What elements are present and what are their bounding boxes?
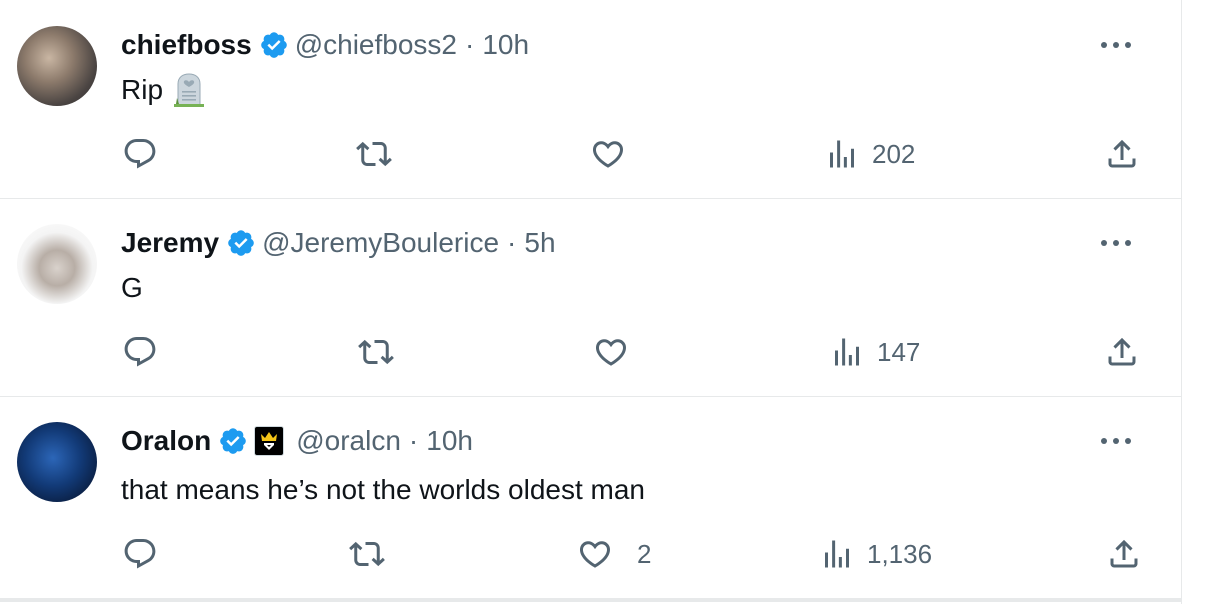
like-count: 2: [637, 538, 652, 569]
tweet-text: G: [121, 270, 143, 306]
share-icon: [1108, 139, 1136, 168]
like-button[interactable]: 2: [577, 536, 651, 572]
action-bar: 147: [0, 334, 1181, 370]
timestamp[interactable]: 5h: [524, 226, 555, 260]
retweet-icon: [349, 541, 385, 567]
share-icon: [1108, 337, 1136, 366]
retweet-icon: [358, 339, 394, 365]
retweet-button[interactable]: [349, 536, 385, 572]
handle[interactable]: @JeremyBoulerice: [262, 226, 499, 260]
display-name[interactable]: chiefboss: [121, 28, 252, 62]
reply-button[interactable]: [122, 536, 158, 572]
display-name[interactable]: Oralon: [121, 424, 211, 458]
reply-icon: [124, 539, 156, 569]
verified-badge-icon: [228, 230, 254, 256]
share-button[interactable]: [1106, 536, 1142, 572]
more-icon[interactable]: [1101, 234, 1131, 252]
more-icon[interactable]: [1101, 36, 1131, 54]
like-icon: [592, 141, 624, 168]
action-bar: 2 1,136: [0, 536, 1181, 572]
tweet-text-content: Rip: [121, 74, 164, 105]
views-icon: [835, 338, 859, 366]
verified-badge-icon: [260, 32, 287, 58]
tweet-text: that means he’s not the worlds oldest ma…: [121, 472, 645, 508]
handle[interactable]: @oralcn: [296, 424, 401, 458]
views-icon: [825, 540, 849, 568]
action-bar: 202: [0, 136, 1181, 172]
reply-feed: chiefboss @chiefboss2 · 10h Rip 202 Jere…: [0, 0, 1182, 604]
retweet-icon: [356, 141, 392, 167]
like-button[interactable]: [590, 136, 626, 172]
display-name[interactable]: Jeremy: [121, 226, 219, 260]
retweet-button[interactable]: [356, 136, 392, 172]
tweet-header: Oralon @oralcn · 10h: [121, 424, 473, 458]
tweet-text: Rip: [121, 72, 207, 108]
views-button[interactable]: 1,136: [819, 536, 932, 572]
share-icon: [1110, 539, 1138, 568]
tweet-header: Jeremy @JeremyBoulerice · 5h: [121, 226, 556, 260]
reply-icon: [124, 139, 156, 169]
view-count: 1,136: [867, 538, 933, 569]
share-button[interactable]: [1104, 136, 1140, 172]
separator: ·: [465, 29, 475, 60]
tweet[interactable]: Jeremy @JeremyBoulerice · 5h G 147: [0, 198, 1181, 397]
like-icon: [595, 339, 627, 366]
avatar[interactable]: [17, 224, 97, 304]
reply-button[interactable]: [122, 334, 158, 370]
view-count: 202: [872, 138, 916, 169]
tweet[interactable]: chiefboss @chiefboss2 · 10h Rip 202: [0, 0, 1181, 199]
crown-badge-icon[interactable]: [254, 426, 285, 456]
views-icon: [830, 140, 854, 168]
timestamp[interactable]: 10h: [482, 28, 529, 62]
views-button[interactable]: 147: [829, 334, 920, 370]
separator: ·: [507, 227, 517, 258]
tweet-text-content: that means he’s not the worlds oldest ma…: [121, 474, 646, 505]
share-button[interactable]: [1104, 334, 1140, 370]
avatar[interactable]: [17, 26, 97, 106]
headstone-emoji-icon: [174, 73, 205, 107]
avatar[interactable]: [17, 422, 97, 502]
view-count: 147: [877, 336, 921, 367]
separator: ·: [408, 425, 419, 456]
like-icon: [579, 541, 611, 568]
reply-button[interactable]: [122, 136, 158, 172]
tweet-text-content: G: [121, 272, 143, 303]
like-button[interactable]: [593, 334, 629, 370]
retweet-button[interactable]: [358, 334, 394, 370]
reply-icon: [124, 337, 156, 367]
tweet-header: chiefboss @chiefboss2 · 10h: [121, 28, 529, 62]
views-button[interactable]: 202: [824, 136, 915, 172]
verified-badge-icon: [220, 428, 247, 454]
handle[interactable]: @chiefboss2: [295, 28, 457, 62]
tweet[interactable]: Oralon @oralcn · 10h that means he’s not…: [0, 396, 1181, 602]
more-icon[interactable]: [1101, 432, 1131, 450]
timestamp[interactable]: 10h: [426, 424, 473, 458]
